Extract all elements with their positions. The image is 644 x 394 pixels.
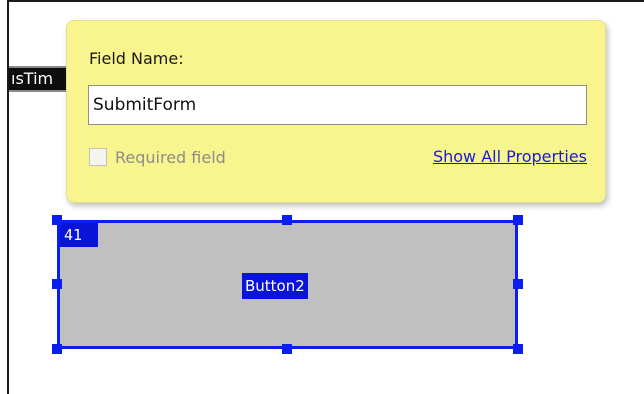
required-field-checkbox[interactable] <box>89 148 107 166</box>
resize-handle-top-left-icon[interactable] <box>52 215 62 225</box>
resize-handle-bottom-right-icon[interactable] <box>513 344 523 354</box>
show-all-properties-link[interactable]: Show All Properties <box>433 147 587 166</box>
tab-order-badge: 41 <box>60 223 98 247</box>
required-field-label: Required field <box>115 147 226 167</box>
resize-handle-middle-left-icon[interactable] <box>52 279 62 289</box>
field-name-input[interactable] <box>88 85 587 125</box>
field-name-label: Field Name: <box>89 49 184 68</box>
background-field-text: ısTim <box>11 69 54 88</box>
button-widget-label: Button2 <box>242 273 308 299</box>
resize-handle-top-center-icon[interactable] <box>282 215 292 225</box>
resize-handle-bottom-left-icon[interactable] <box>52 344 62 354</box>
resize-handle-top-right-icon[interactable] <box>513 215 523 225</box>
field-properties-popup: Field Name: Required field Show All Prop… <box>66 20 606 203</box>
resize-handle-bottom-center-icon[interactable] <box>282 344 292 354</box>
resize-handle-middle-right-icon[interactable] <box>513 279 523 289</box>
required-field-option[interactable]: Required field <box>89 145 226 169</box>
selected-button-widget[interactable]: 41 Button2 <box>57 220 518 349</box>
